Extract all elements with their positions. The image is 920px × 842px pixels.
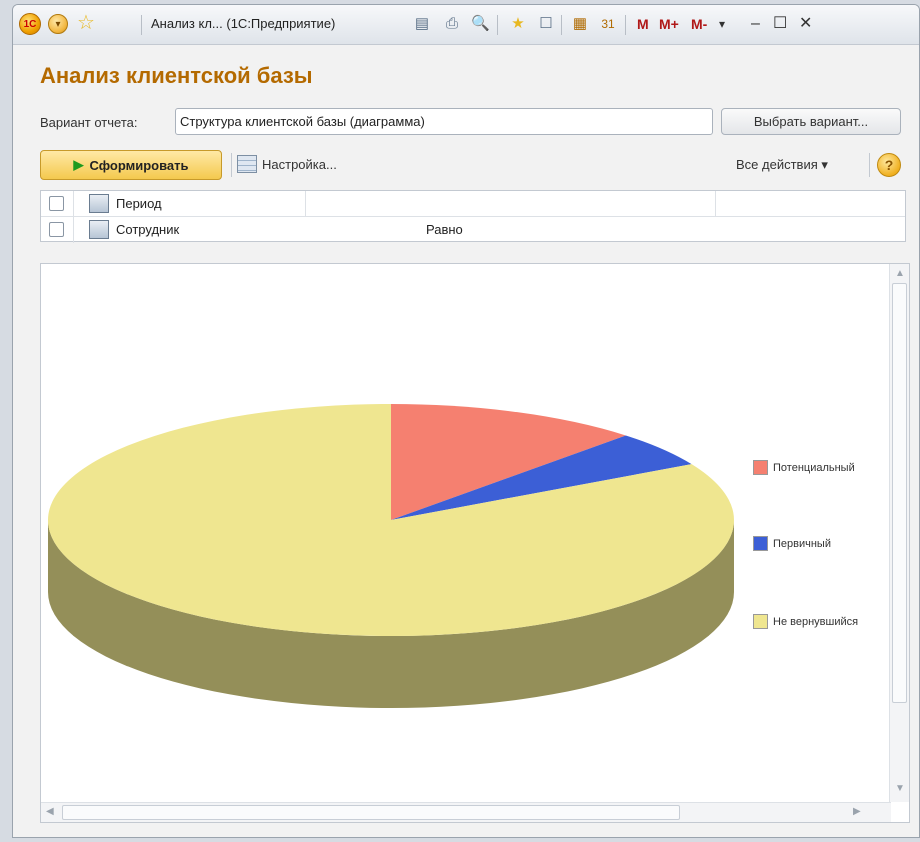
employee-filter-icon [89, 220, 109, 239]
calculator-icon[interactable]: ▦ [571, 15, 589, 33]
page-title: Анализ клиентской базы [40, 63, 313, 88]
save-icon[interactable]: ▤ [413, 15, 431, 33]
legend-item: Не вернувшийся [753, 614, 858, 629]
legend-item: Первичный [753, 536, 831, 551]
cell-divider [305, 191, 306, 217]
filter-name: Сотрудник [116, 222, 180, 237]
filters-table: Период Сотрудник Равно [40, 190, 906, 243]
filter-name: Период [116, 196, 162, 211]
cell-divider [73, 191, 74, 217]
play-icon: ▶ [73, 157, 84, 172]
report-window: 1С ▾ ☆ Анализ кл... (1С:Предприятие) ▤ ⎙… [12, 4, 920, 838]
settings-icon [237, 155, 257, 173]
legend-label: Потенциальный [773, 461, 855, 474]
settings-button-label: Настройка... [262, 156, 337, 172]
calendar-icon[interactable]: 31 [599, 15, 617, 33]
legend-label: Первичный [773, 537, 831, 550]
filter-row: Период [41, 191, 905, 217]
close-icon[interactable]: ✕ [799, 14, 812, 34]
menu-dropdown-icon[interactable]: ▾ [48, 14, 68, 34]
separator [497, 15, 498, 35]
legend-swatch [753, 614, 768, 629]
scroll-right-icon[interactable]: ▶ [853, 805, 861, 819]
legend-swatch [753, 536, 768, 551]
filter-checkbox[interactable] [49, 196, 64, 211]
memory-subtract-button[interactable]: M- [691, 16, 707, 32]
memory-add-button[interactable]: M+ [659, 16, 679, 32]
generate-button[interactable]: ▶ Сформировать [40, 150, 222, 180]
separator [869, 153, 870, 177]
help-icon[interactable]: ? [877, 153, 901, 177]
title-bar: 1С ▾ ☆ Анализ кл... (1С:Предприятие) ▤ ⎙… [13, 5, 919, 45]
toolbar-menu-icon[interactable]: ▾ [719, 14, 725, 34]
variant-label: Вариант отчета: [40, 115, 138, 130]
all-actions-menu[interactable]: Все действия ▾ [736, 157, 828, 173]
filter-condition[interactable]: Равно [426, 222, 463, 237]
horizontal-scrollbar[interactable]: ◀ ▶ [41, 802, 891, 822]
scroll-up-icon[interactable]: ▲ [895, 267, 905, 281]
filter-row: Сотрудник Равно [41, 217, 905, 243]
maximize-icon[interactable]: ☐ [773, 14, 787, 34]
scroll-down-icon[interactable]: ▼ [895, 782, 905, 796]
period-icon [89, 194, 109, 213]
filter-checkbox[interactable] [49, 222, 64, 237]
separator [625, 15, 626, 35]
horizontal-scroll-thumb[interactable] [62, 805, 680, 820]
print-icon[interactable]: ⎙ [443, 15, 461, 33]
vertical-scrollbar[interactable]: ▲ ▼ [889, 264, 909, 802]
variant-field[interactable]: Структура клиентской базы (диаграмма) [175, 108, 713, 135]
separator [141, 15, 142, 35]
window-title: Анализ кл... (1С:Предприятие) [151, 16, 336, 31]
app-logo-icon[interactable]: 1С [19, 13, 41, 35]
separator [231, 153, 232, 177]
cell-divider [73, 217, 74, 243]
print-preview-icon[interactable]: 🔍 [471, 15, 490, 33]
legend-item: Потенциальный [753, 460, 855, 475]
settings-button[interactable]: Настройка... [237, 155, 337, 173]
generate-button-label: Сформировать [89, 157, 189, 173]
legend-label: Не вернувшийся [773, 615, 859, 628]
legend-swatch [753, 460, 768, 475]
vertical-scroll-thumb[interactable] [892, 283, 907, 703]
memory-store-button[interactable]: M [637, 16, 649, 32]
separator [561, 15, 562, 35]
choose-variant-button[interactable]: Выбрать вариант... [721, 108, 901, 135]
chart-area: Потенциальный Первичный Не вернувшийся ▲… [40, 263, 910, 823]
pie-chart [47, 404, 734, 708]
add-favorite-icon[interactable]: ★ [509, 15, 527, 33]
favorite-star-icon[interactable]: ☆ [77, 12, 95, 34]
cell-divider [715, 191, 716, 217]
scroll-left-icon[interactable]: ◀ [46, 805, 54, 819]
minimize-icon[interactable]: – [751, 14, 760, 34]
bookmark-icon[interactable]: ☐ [537, 15, 555, 33]
